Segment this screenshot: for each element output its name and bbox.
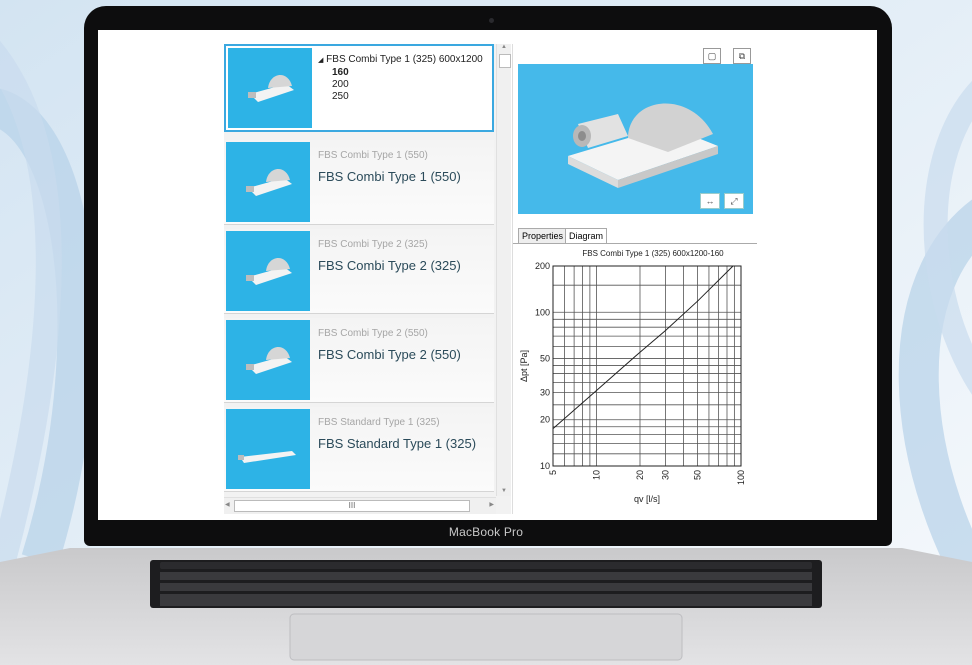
webcam xyxy=(489,18,494,23)
tree-size-item[interactable]: 250 xyxy=(318,91,483,103)
x-tick-label: 100 xyxy=(736,470,746,485)
y-tick-label: 50 xyxy=(540,354,550,364)
x-tick-label: 10 xyxy=(591,470,601,480)
tree-size-item[interactable]: 160 xyxy=(318,67,483,79)
diffuser-3d-model-icon xyxy=(568,103,718,188)
list-item[interactable]: FBS Standard Type 1 (325) FBS Standard T… xyxy=(224,407,494,492)
list-item-selected[interactable]: ◢ FBS Combi Type 1 (325) 600x1200 160 20… xyxy=(224,44,494,132)
tree-root-label[interactable]: FBS Combi Type 1 (325) 600x1200 xyxy=(326,54,483,65)
box-outline-icon[interactable]: ▢ xyxy=(703,48,721,64)
item-name: FBS Combi Type 2 (325) xyxy=(318,258,461,273)
scroll-thumb[interactable]: III xyxy=(234,500,470,512)
y-tick-label: 100 xyxy=(535,307,550,317)
item-name: FBS Combi Type 2 (550) xyxy=(318,347,461,362)
x-tick-label: 30 xyxy=(660,470,670,480)
flat-diffuser-icon xyxy=(238,451,296,463)
vertical-scrollbar[interactable]: ▲ ▼ xyxy=(496,44,511,496)
y-tick-label: 10 xyxy=(540,461,550,471)
y-axis-label: Δpt [Pa] xyxy=(519,350,529,382)
y-tick-label: 200 xyxy=(535,261,550,271)
y-tick-label: 20 xyxy=(540,415,550,425)
device-label: MacBook Pro xyxy=(448,525,524,539)
stacked-boxes-icon[interactable]: ⧉ xyxy=(733,48,751,64)
product-thumbnail xyxy=(226,409,310,489)
diffuser-3d-icon xyxy=(248,74,294,102)
scroll-left-icon[interactable]: ◀ xyxy=(225,501,230,508)
item-name: FBS Standard Type 1 (325) xyxy=(318,436,477,451)
tab-diagram[interactable]: Diagram xyxy=(565,228,608,244)
product-thumbnail xyxy=(228,48,312,128)
chart-svg: FBS Combi Type 1 (325) 600x1200-160 10 20 3… xyxy=(519,249,746,504)
scroll-up-icon[interactable]: ▲ xyxy=(497,44,511,50)
x-tick-label: 5 xyxy=(548,470,558,475)
tree-collapse-icon[interactable]: ◢ xyxy=(318,57,323,64)
expand-icon[interactable]: ⤢ xyxy=(724,193,744,209)
item-name: FBS Combi Type 1 (550) xyxy=(318,169,461,184)
diffuser-3d-icon xyxy=(246,168,292,196)
x-tick-label: 50 xyxy=(693,470,703,480)
list-item[interactable]: FBS Combi Type 2 (325) FBS Combi Type 2 … xyxy=(224,229,494,314)
scroll-thumb[interactable] xyxy=(499,54,511,68)
list-item[interactable]: FBS Combi Type 1 (550) FBS Combi Type 1 … xyxy=(224,140,494,225)
pressure-diagram: FBS Combi Type 1 (325) 600x1200-160 10 20 3… xyxy=(513,243,757,515)
horizontal-scrollbar[interactable]: ◀ III ▶ xyxy=(224,497,496,514)
product-thumbnail xyxy=(226,142,310,222)
item-subtitle: FBS Combi Type 2 (550) xyxy=(318,328,428,339)
detail-panel: ▢ ⧉ ↔ ⤢ Properties Diagram FBS Combi Typ… xyxy=(512,44,757,515)
product-thumbnail xyxy=(226,231,310,311)
width-measure-icon[interactable]: ↔ xyxy=(700,193,720,209)
tab-properties[interactable]: Properties xyxy=(518,228,568,244)
product-list-panel: ◢ FBS Combi Type 1 (325) 600x1200 160 20… xyxy=(224,44,511,514)
x-tick-label: 20 xyxy=(635,470,645,480)
3d-preview[interactable]: ↔ ⤢ xyxy=(518,64,753,214)
chart-title: FBS Combi Type 1 (325) 600x1200-160 xyxy=(582,249,724,258)
laptop-screen: ◢ FBS Combi Type 1 (325) 600x1200 160 20… xyxy=(98,30,877,520)
item-subtitle: FBS Standard Type 1 (325) xyxy=(318,417,440,428)
y-tick-label: 30 xyxy=(540,388,550,398)
tree-size-item[interactable]: 200 xyxy=(318,79,483,91)
laptop-base xyxy=(0,548,972,665)
scroll-down-icon[interactable]: ▼ xyxy=(497,488,511,494)
x-axis-label: qv [l/s] xyxy=(634,494,660,504)
product-thumbnail xyxy=(226,320,310,400)
diffuser-3d-icon xyxy=(246,257,292,285)
plot-frame xyxy=(552,265,742,467)
scroll-right-icon[interactable]: ▶ xyxy=(489,501,494,508)
series-line xyxy=(552,265,734,429)
item-subtitle: FBS Combi Type 1 (550) xyxy=(318,150,428,161)
list-item[interactable]: FBS Combi Type 2 (550) FBS Combi Type 2 … xyxy=(224,318,494,403)
item-subtitle: FBS Combi Type 2 (325) xyxy=(318,239,428,250)
diffuser-3d-icon xyxy=(246,346,292,374)
size-tree: ◢ FBS Combi Type 1 (325) 600x1200 160 20… xyxy=(318,54,483,103)
